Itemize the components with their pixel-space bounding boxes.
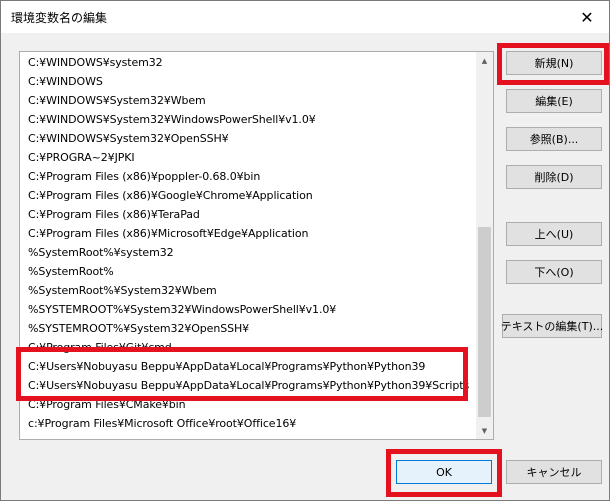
- chevron-up-icon: ▲: [481, 56, 488, 65]
- list-item[interactable]: %SYSTEMROOT%¥System32¥OpenSSH¥: [28, 319, 249, 338]
- close-icon: ✕: [580, 7, 594, 27]
- new-button[interactable]: 新規(N): [506, 51, 602, 75]
- scroll-up-button[interactable]: ▲: [476, 52, 493, 69]
- list-item[interactable]: C:¥WINDOWS¥system32: [28, 53, 163, 72]
- edit-text-button[interactable]: テキストの編集(T)...: [501, 314, 603, 338]
- delete-button[interactable]: 削除(D): [506, 165, 602, 189]
- title-bar: 環境変数名の編集 ✕: [1, 1, 609, 33]
- list-item[interactable]: C:¥WINDOWS¥System32¥Wbem: [28, 91, 206, 110]
- list-item[interactable]: C:¥WINDOWS: [28, 72, 103, 91]
- list-item[interactable]: C:¥Users¥Nobuyasu Beppu¥AppData¥Local¥Pr…: [28, 376, 469, 395]
- scroll-down-button[interactable]: ▼: [476, 422, 493, 439]
- list-item[interactable]: C:¥Program Files (x86)¥TeraPad: [28, 205, 200, 224]
- path-list[interactable]: C:¥WINDOWS¥system32 C:¥WINDOWS C:¥WINDOW…: [19, 51, 494, 440]
- list-item[interactable]: C:¥Program Files¥Git¥cmd: [28, 338, 172, 357]
- move-down-button[interactable]: 下へ(O): [506, 260, 602, 284]
- list-item[interactable]: C:¥Program Files (x86)¥Microsoft¥Edge¥Ap…: [28, 224, 308, 243]
- list-item[interactable]: C:¥Users¥Nobuyasu Beppu¥AppData¥Local¥Pr…: [28, 357, 425, 376]
- list-item[interactable]: C:¥Program Files (x86)¥poppler-0.68.0¥bi…: [28, 167, 260, 186]
- chevron-down-icon: ▼: [481, 426, 488, 435]
- ok-button[interactable]: OK: [396, 460, 492, 484]
- list-item[interactable]: %SYSTEMROOT%¥System32¥WindowsPowerShell¥…: [28, 300, 336, 319]
- edit-env-var-dialog: 環境変数名の編集 ✕ C:¥WINDOWS¥system32 C:¥WINDOW…: [0, 0, 610, 501]
- list-item[interactable]: C:¥PROGRA~2¥JPKI: [28, 148, 135, 167]
- move-up-button[interactable]: 上へ(U): [506, 222, 602, 246]
- cancel-button[interactable]: キャンセル: [506, 460, 602, 484]
- list-item[interactable]: C:¥WINDOWS¥System32¥OpenSSH¥: [28, 129, 229, 148]
- dialog-title: 環境変数名の編集: [11, 11, 108, 25]
- list-item[interactable]: c:¥Program Files¥Microsoft Office¥root¥O…: [28, 414, 296, 433]
- list-item[interactable]: C:¥WINDOWS¥System32¥WindowsPowerShell¥v1…: [28, 110, 316, 129]
- browse-button[interactable]: 参照(B)...: [506, 127, 602, 151]
- list-item[interactable]: C:¥Program Files (x86)¥Google¥Chrome¥App…: [28, 186, 313, 205]
- scrollbar-thumb[interactable]: [478, 227, 491, 417]
- list-item[interactable]: %SystemRoot%¥System32¥Wbem: [28, 281, 217, 300]
- list-item[interactable]: C:¥Program Files¥CMake¥bin: [28, 395, 186, 414]
- close-button[interactable]: ✕: [565, 1, 609, 33]
- edit-button[interactable]: 編集(E): [506, 89, 602, 113]
- list-item[interactable]: %SystemRoot%: [28, 262, 114, 281]
- list-item[interactable]: %SystemRoot%¥system32: [28, 243, 174, 262]
- vertical-scrollbar[interactable]: ▲ ▼: [476, 52, 493, 439]
